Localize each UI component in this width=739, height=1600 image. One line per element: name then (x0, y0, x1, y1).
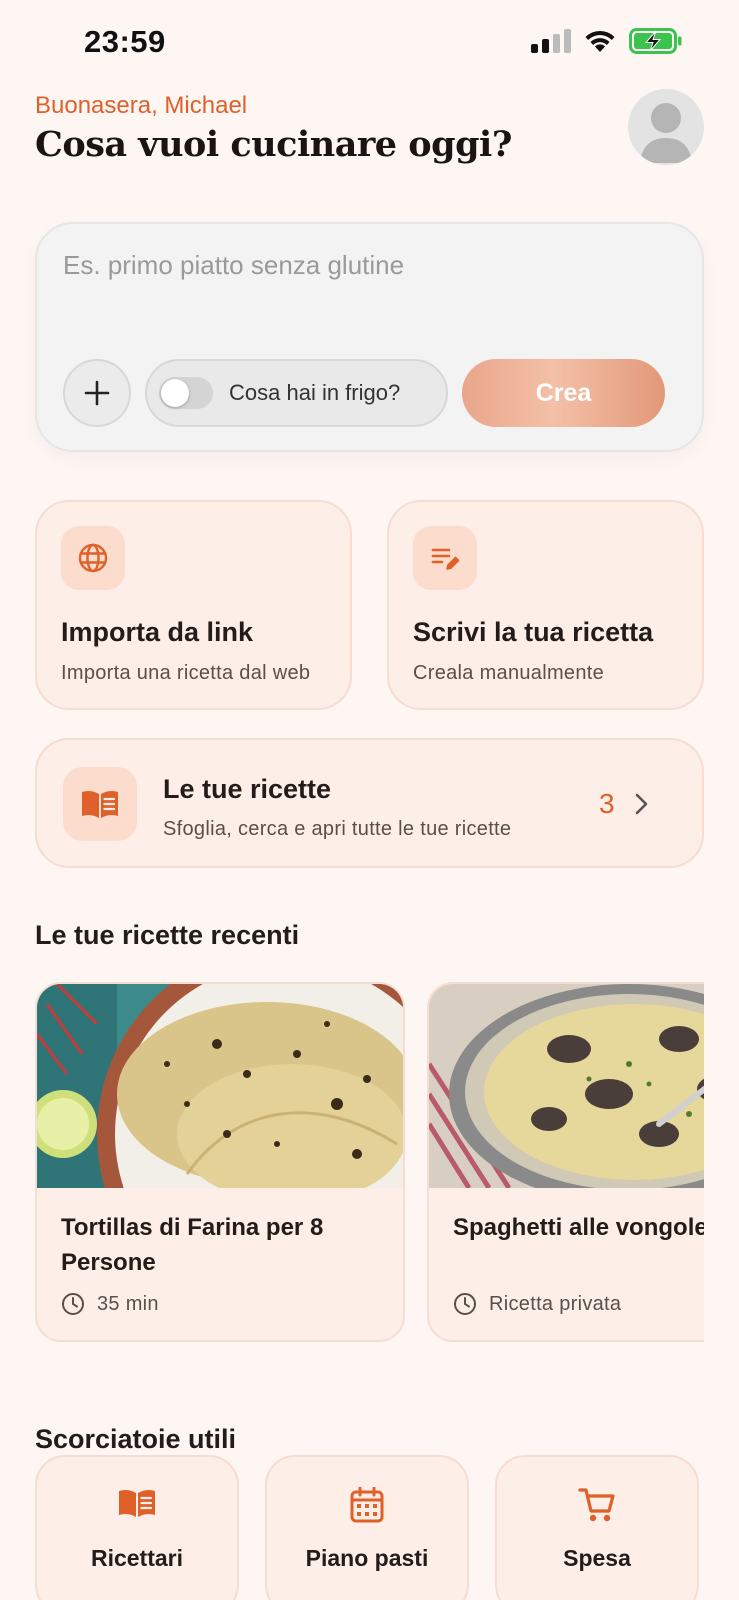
avatar[interactable] (628, 89, 704, 165)
recipe-image-spaghetti (429, 984, 704, 1188)
status-icons (531, 28, 683, 54)
clock-icon (454, 1293, 476, 1315)
cart-icon (578, 1488, 615, 1522)
my-recipes-count: 3 (599, 788, 615, 819)
my-recipes-subtitle: Sfoglia, cerca e apri tutte le tue ricet… (163, 818, 512, 840)
recent-recipes-heading: Le tue ricette recenti (35, 920, 300, 950)
card-title: Importa da link (61, 617, 254, 647)
recipe-duration: 35 min (97, 1292, 159, 1315)
edit-note-icon (431, 548, 460, 570)
cellular-signal-icon (531, 29, 571, 53)
recipe-visibility: Ricetta privata (489, 1292, 622, 1315)
write-recipe-card[interactable]: Scrivi la tua ricetta Creala manualmente (387, 500, 704, 710)
recipe-title: Spaghetti alle vongole (453, 1214, 704, 1241)
fridge-switch[interactable] (159, 377, 213, 409)
import-link-card[interactable]: Importa da link Importa una ricetta dal … (35, 500, 352, 710)
card-subtitle: Importa una ricetta dal web (61, 662, 311, 684)
recipe-card[interactable]: Tortillas di Farina per 8 Persone 35 min (35, 982, 405, 1342)
shortcut-label: Spesa (563, 1545, 631, 1571)
globe-icon (78, 543, 108, 573)
my-recipes-title: Le tue ricette (163, 774, 332, 804)
clock-icon (62, 1293, 84, 1315)
icon-tile (413, 526, 477, 590)
recipe-title: Tortillas di Farina per 8 Persone (61, 1214, 324, 1276)
shortcut-label: Piano pasti (305, 1545, 429, 1571)
plus-icon (84, 380, 110, 406)
shortcut-spesa[interactable]: Spesa (495, 1455, 699, 1600)
greeting: Buonasera, Michael (35, 92, 248, 119)
book-icon (119, 1489, 155, 1517)
add-attachment-button[interactable] (63, 359, 131, 427)
shortcuts-heading: Scorciatoie utili (35, 1424, 237, 1454)
create-button[interactable]: Crea (462, 359, 665, 427)
chevron-right-icon (635, 793, 648, 815)
open-book-icon (82, 790, 118, 818)
recipe-card[interactable]: Spaghetti alle vongole Ricetta privata (427, 982, 704, 1342)
card-subtitle: Creala manualmente (413, 662, 605, 684)
recipe-meta: Ricetta privata (453, 1292, 621, 1316)
icon-tile (63, 767, 137, 841)
wifi-icon (585, 30, 615, 52)
recipe-meta: 35 min (61, 1292, 159, 1316)
my-recipes-card[interactable]: Le tue ricette Sfoglia, cerca e apri tut… (35, 738, 704, 868)
fridge-toggle[interactable]: Cosa hai in frigo? (145, 359, 448, 427)
card-title: Scrivi la tua ricetta (413, 617, 654, 647)
status-bar: 23:59 (0, 0, 739, 90)
calendar-icon (350, 1487, 384, 1523)
status-time: 23:59 (84, 24, 166, 59)
fridge-toggle-label: Cosa hai in frigo? (229, 380, 401, 405)
recipe-prompt-card: Cosa hai in frigo? Crea (35, 222, 704, 452)
battery-charging-icon (629, 28, 682, 54)
recent-recipes-carousel[interactable]: Tortillas di Farina per 8 Persone 35 min (35, 982, 704, 1344)
recipe-image-tortillas (37, 984, 403, 1188)
recipe-prompt-input[interactable] (63, 250, 663, 281)
user-silhouette-icon (640, 103, 692, 163)
icon-tile (61, 526, 125, 590)
shortcut-ricettari[interactable]: Ricettari (35, 1455, 239, 1600)
page-title: Cosa vuoi cucinare oggi? (35, 124, 512, 165)
shortcut-label: Ricettari (90, 1545, 184, 1571)
shortcut-piano-pasti[interactable]: Piano pasti (265, 1455, 469, 1600)
